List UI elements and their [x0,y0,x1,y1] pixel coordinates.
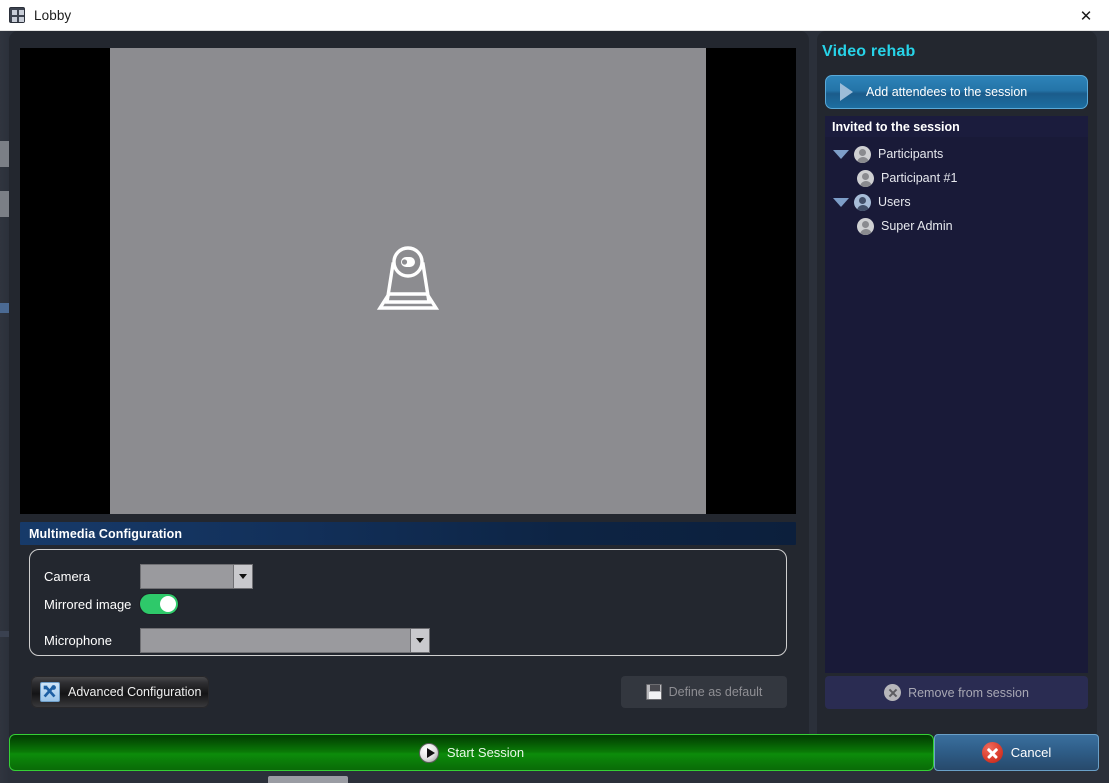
tree-item-participant-1[interactable]: Participant #1 [825,166,1088,190]
edge-artifact-3 [0,303,9,313]
circle-x-red-icon [981,742,1003,763]
add-attendees-button[interactable]: Add attendees to the session [825,75,1088,109]
attendees-pane: Video rehab Add attendees to the session… [817,31,1097,753]
chevron-down-icon[interactable] [233,565,252,588]
start-session-label: Start Session [446,745,525,760]
close-icon[interactable]: ✕ [1063,0,1109,31]
user-avatar-icon [857,169,874,187]
cancel-button[interactable]: Cancel [934,734,1099,771]
toggle-knob [160,596,176,612]
play-circle-icon [418,742,439,763]
user-avatar-icon [857,217,874,235]
laptop-webcam-icon [376,246,440,310]
invited-tree-list: Participants Participant #1 Users Super … [825,137,1088,238]
left-edge-strip [0,31,9,783]
edge-artifact-2 [0,191,9,217]
edge-artifact-4 [0,631,9,637]
invited-tree: Invited to the session Participants Part… [825,116,1088,673]
define-as-default-label: Define as default [668,685,763,699]
app-grid-icon [9,7,25,23]
taskbar-peek-strip [268,776,348,783]
remove-from-session-button[interactable]: Remove from session [825,676,1088,709]
video-configuration-pane: Multimedia Configuration Camera Mirrored… [9,31,809,753]
chevron-down-icon[interactable] [833,149,849,159]
multimedia-configuration-box: Camera Mirrored image Microphone [29,549,787,656]
mirrored-image-row: Mirrored image [44,594,178,614]
camera-select[interactable] [140,564,253,589]
microphone-label: Microphone [44,633,112,648]
microphone-row: Microphone [44,628,430,653]
microphone-select[interactable] [140,628,430,653]
start-session-button[interactable]: Start Session [9,734,934,771]
app-body: Multimedia Configuration Camera Mirrored… [0,31,1109,783]
mirrored-image-label: Mirrored image [44,596,132,612]
advanced-configuration-button[interactable]: Advanced Configuration [31,676,209,708]
tree-item-label: Super Admin [881,219,953,233]
play-triangle-icon [840,83,853,101]
tree-item-label: Participants [878,147,944,161]
page-title: Video rehab [822,43,916,60]
advanced-configuration-label: Advanced Configuration [68,685,202,699]
tree-item-label: Users [878,195,911,209]
tools-icon [40,682,60,702]
user-avatar-blue-icon [854,193,871,211]
invited-tree-title: Invited to the session [832,119,960,134]
circle-x-icon [884,684,902,701]
tree-item-label: Participant #1 [881,171,958,185]
user-avatar-icon [854,145,871,163]
add-attendees-label: Add attendees to the session [866,85,1028,99]
window-title-bar: Lobby ✕ [0,0,1109,31]
multimedia-configuration-header: Multimedia Configuration [20,522,796,545]
camera-preview-frame [110,48,706,514]
mirrored-image-toggle[interactable] [140,594,178,614]
tree-item-super-admin[interactable]: Super Admin [825,214,1088,238]
cancel-label: Cancel [1010,745,1052,760]
window-title: Lobby [34,7,72,23]
invited-tree-header: Invited to the session [825,116,1088,137]
camera-preview [20,48,796,514]
camera-row: Camera [44,564,253,589]
chevron-down-icon[interactable] [833,197,849,207]
remove-from-session-label: Remove from session [908,685,1029,700]
chevron-down-icon[interactable] [410,629,429,652]
floppy-save-icon [645,684,662,700]
define-as-default-button[interactable]: Define as default [621,676,787,708]
camera-label: Camera [44,569,91,584]
multimedia-configuration-title: Multimedia Configuration [29,526,183,541]
tree-item-participants[interactable]: Participants [825,142,1088,166]
edge-artifact-1 [0,141,9,167]
tree-item-users[interactable]: Users [825,190,1088,214]
